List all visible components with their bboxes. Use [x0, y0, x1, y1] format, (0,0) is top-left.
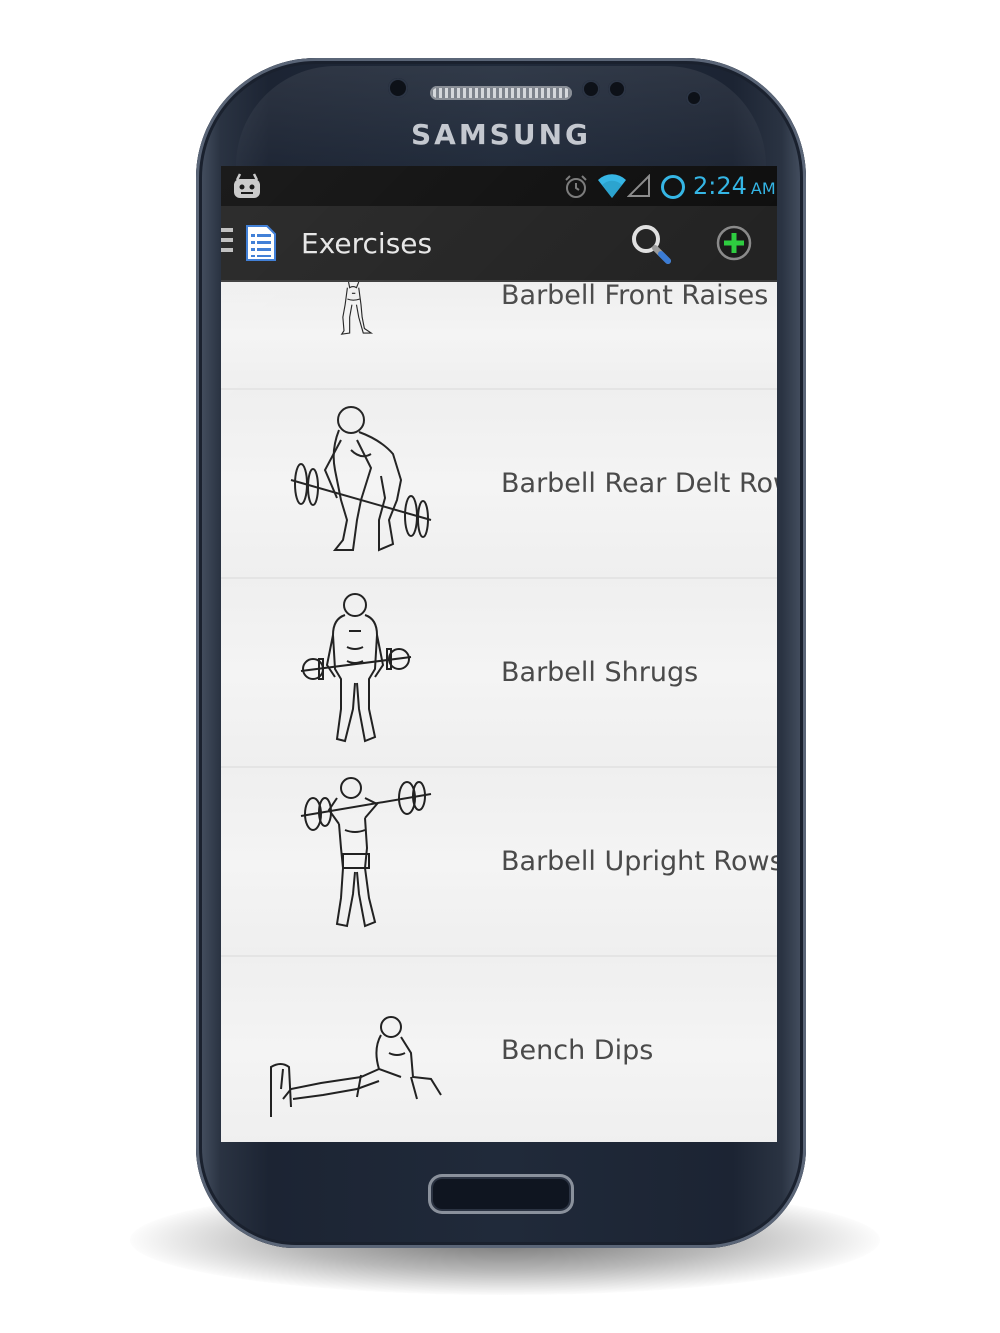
exercise-illustration [340, 282, 374, 335]
front-camera [686, 90, 702, 106]
search-icon[interactable] [629, 222, 673, 266]
cyanogenmod-icon [234, 173, 260, 198]
light-sensor-2 [608, 80, 626, 98]
exercise-row[interactable]: Barbell Rear Delt Row [221, 390, 777, 579]
exercise-name: Barbell Upright Rows [501, 846, 777, 877]
exercise-illustration [300, 777, 432, 928]
proximity-sensor [388, 78, 408, 98]
light-sensor [582, 80, 600, 98]
signal-icon [627, 174, 650, 197]
exercise-name: Barbell Front Raises [501, 280, 769, 311]
exercise-name: Barbell Shrugs [501, 657, 699, 688]
exercise-list: Barbell Front Raises Barbell Rear Delt R… [221, 280, 777, 1142]
alarm-icon [565, 175, 587, 198]
earpiece-speaker [430, 86, 572, 100]
clock-time: 2:24 [693, 172, 747, 200]
sync-icon [661, 175, 685, 199]
exercise-row[interactable]: Barbell Front Raises [221, 280, 777, 390]
status-clock: 2:24 AM [693, 172, 776, 200]
exercise-row[interactable]: Bench Dips [221, 957, 777, 1142]
exercise-name: Barbell Rear Delt Row [501, 468, 777, 499]
home-button[interactable] [428, 1174, 574, 1214]
status-bar: 2:24 AM [221, 166, 777, 206]
wifi-icon [598, 174, 626, 198]
action-bar: Exercises [221, 206, 777, 282]
exercise-illustration [290, 406, 432, 552]
exercise-illustration [300, 593, 412, 743]
exercise-illustration [270, 1016, 442, 1117]
brand-logo: SAMSUNG [410, 118, 592, 151]
exercise-row[interactable]: Barbell Upright Rows [221, 768, 777, 957]
exercise-name: Bench Dips [501, 1035, 654, 1066]
page-title: Exercises [301, 227, 433, 260]
nav-drawer-indicator[interactable] [221, 228, 235, 258]
exercises-list-icon[interactable] [245, 224, 277, 262]
add-icon[interactable] [715, 224, 753, 262]
exercise-row[interactable]: Barbell Shrugs [221, 579, 777, 768]
clock-ampm: AM [750, 179, 776, 198]
phone-screen: 2:24 AM Exercises Barbell Front Raises B… [221, 166, 777, 1142]
